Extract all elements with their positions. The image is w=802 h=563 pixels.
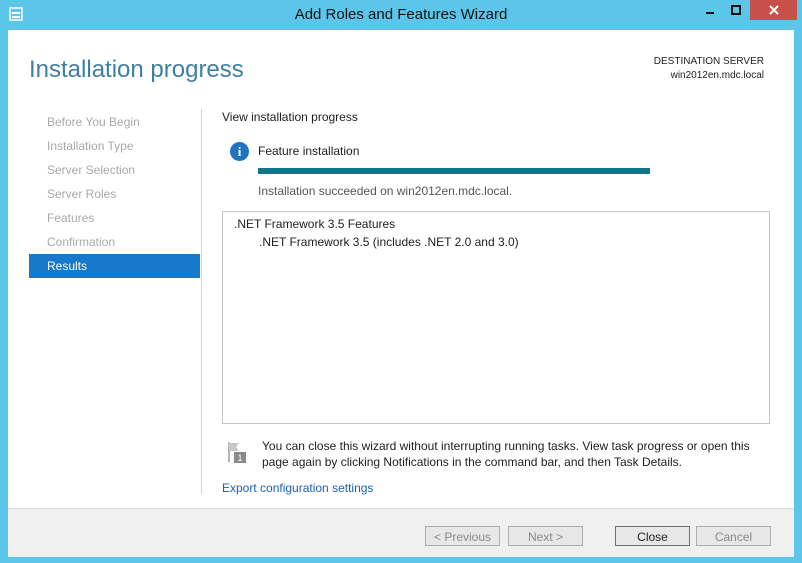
feature-installation-label: Feature installation — [258, 144, 360, 158]
export-config-link[interactable]: Export configuration settings — [222, 481, 373, 495]
nav-item-confirmation: Confirmation — [47, 235, 116, 249]
nav-item-installation-type: Installation Type — [47, 139, 134, 153]
svg-text:1: 1 — [237, 453, 242, 463]
next-button[interactable]: Next > — [508, 526, 583, 546]
cancel-button[interactable]: Cancel — [696, 526, 771, 546]
minimize-button[interactable] — [697, 0, 722, 20]
wizard-nav: Before You Begin Installation Type Serve… — [29, 110, 200, 278]
minimize-icon — [705, 12, 714, 14]
nav-item-server-selection: Server Selection — [47, 163, 136, 177]
notification-flag-icon: 1 — [228, 442, 246, 463]
close-window-button[interactable] — [750, 0, 797, 20]
nav-item-features: Features — [47, 211, 95, 225]
wizard-footer: < Previous Next > Close Cancel — [8, 508, 794, 557]
info-icon: i — [230, 142, 249, 161]
previous-button[interactable]: < Previous — [425, 526, 500, 546]
page-title: Installation progress — [29, 56, 244, 83]
nav-item-server-roles: Server Roles — [47, 187, 117, 201]
result-subitem: .NET Framework 3.5 (includes .NET 2.0 an… — [259, 235, 519, 249]
title-bar[interactable]: Add Roles and Features Wizard — [0, 0, 802, 30]
close-button[interactable]: Close — [615, 526, 690, 546]
progress-heading: View installation progress — [222, 110, 358, 124]
destination-server-name: win2012en.mdc.local — [670, 70, 764, 81]
destination-label: DESTINATION SERVER — [653, 56, 764, 67]
close-notice: You can close this wizard without interr… — [262, 439, 750, 469]
install-status: Installation succeeded on win2012en.mdc.… — [258, 184, 513, 198]
progress-bar — [258, 168, 650, 174]
result-item: .NET Framework 3.5 Features — [234, 217, 396, 231]
results-list[interactable]: .NET Framework 3.5 Features .NET Framewo… — [222, 211, 770, 424]
progress-fill — [258, 168, 650, 174]
nav-item-results[interactable]: Results — [29, 254, 200, 278]
window-title: Add Roles and Features Wizard — [294, 6, 508, 23]
maximize-button[interactable] — [723, 0, 748, 20]
close-icon — [768, 5, 779, 15]
nav-divider — [201, 109, 202, 494]
destination-server: DESTINATION SERVER win2012en.mdc.local — [654, 55, 764, 83]
maximize-icon — [730, 5, 741, 15]
wizard-window: Installation progress DESTINATION SERVER… — [8, 30, 794, 557]
nav-item-before-you-begin: Before You Begin — [47, 115, 140, 129]
